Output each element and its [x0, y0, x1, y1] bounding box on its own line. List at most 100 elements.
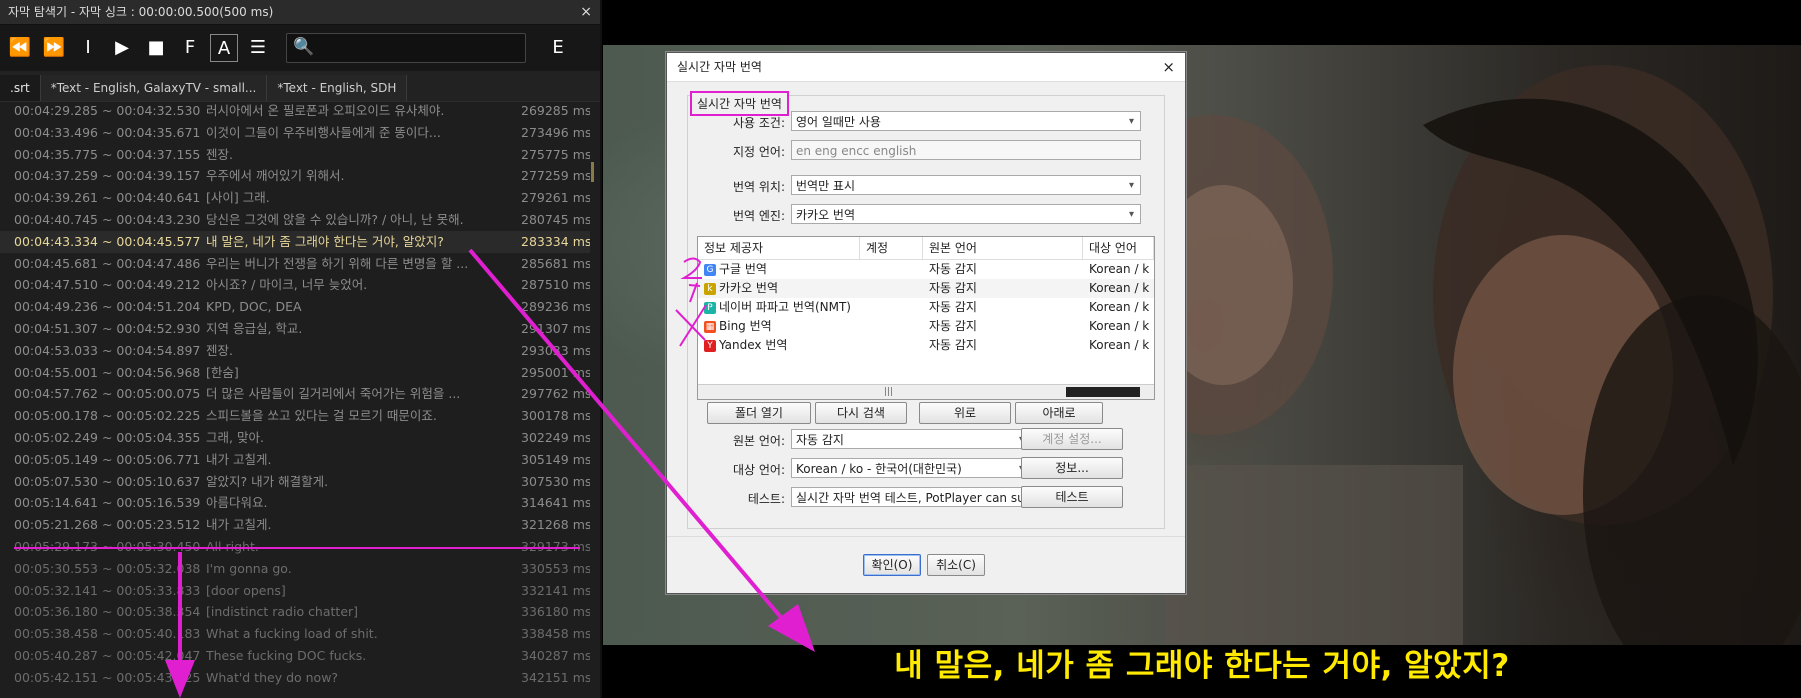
subtitle-row[interactable]: 00:04:39.261 ~ 00:04:40.641 [사이] 그래. 27926…: [0, 187, 590, 209]
subtitle-row[interactable]: 00:04:37.259 ~ 00:04:39.157 우주에서 깨어있기 위해서…: [0, 165, 590, 187]
e-button[interactable]: E: [544, 34, 572, 62]
header-account[interactable]: 계정: [860, 237, 923, 259]
test-button[interactable]: 테스트: [1021, 486, 1123, 508]
condition-select[interactable]: 영어 일때만 사용: [791, 111, 1141, 131]
subtitle-ms: 302249 ms: [521, 429, 590, 445]
provider-row[interactable]: Y Yandex 번역 자동 감지 Korean / k: [698, 336, 1154, 355]
text-cursor-icon[interactable]: I: [74, 34, 102, 62]
stop-icon[interactable]: ■: [142, 34, 170, 62]
kakao-icon: k: [704, 282, 716, 295]
provider-row[interactable]: G 구글 번역 자동 감지 Korean / k: [698, 260, 1154, 279]
provider-target-lang: Korean / k: [1089, 338, 1150, 352]
subtitle-ms: 269285 ms: [521, 103, 590, 118]
provider-target-lang: Korean / k: [1089, 300, 1150, 314]
subtitle-row[interactable]: 00:04:33.496 ~ 00:04:35.671 이것이 그들이 우주비행사…: [0, 122, 590, 144]
horizontal-scrollbar[interactable]: |||: [698, 384, 1154, 399]
subtitle-row[interactable]: 00:05:02.249 ~ 00:05:04.355 그래, 맞아. 302249…: [0, 427, 590, 449]
tab-english-sdh[interactable]: *Text - English, SDH: [267, 75, 408, 101]
subtitle-row[interactable]: 00:04:35.775 ~ 00:04:37.155 젠장. 275775 ms: [0, 144, 590, 166]
provider-account: [860, 298, 923, 317]
provider-row[interactable]: P 네이버 파파고 번역(NMT) 자동 감지 Korean / k: [698, 298, 1154, 317]
provider-list[interactable]: 정보 제공자 계정 원본 언어 대상 언어 G 구글 번역 자동 감지 Korean …: [697, 236, 1155, 400]
subtitle-text: 우주에서 깨어있기 위해서.: [206, 168, 345, 184]
subtitle-time: 00:05:14.641 ~ 00:05:16.539: [14, 495, 201, 511]
subtitle-ms: 307530 ms: [521, 473, 590, 489]
subtitle-ms: 285681 ms: [521, 255, 590, 271]
subtitle-time: 00:05:02.249 ~ 00:05:04.355: [14, 429, 201, 445]
subtitle-text: 아시죠? / 마이크, 너무 늦었어.: [206, 277, 368, 293]
provider-name: 카카오 번역: [719, 281, 779, 295]
subtitle-text: 내가 고칠게.: [206, 517, 272, 533]
fast-forward-icon[interactable]: ⏩: [40, 34, 68, 62]
provider-list-header: 정보 제공자 계정 원본 언어 대상 언어: [698, 237, 1154, 260]
lang-field[interactable]: en eng encc english: [791, 140, 1141, 160]
rewind-icon[interactable]: ⏪: [6, 34, 34, 62]
scrollbar-thumb[interactable]: [591, 162, 594, 182]
provider-target-lang: Korean / k: [1089, 281, 1150, 295]
subtitle-ms: 330553 ms: [521, 560, 590, 576]
subtitle-row[interactable]: 00:04:55.001 ~ 00:04:56.968 [한숨] 295001 ms: [0, 362, 590, 384]
subtitle-row[interactable]: 00:05:05.149 ~ 00:05:06.771 내가 고칠게. 305149…: [0, 449, 590, 471]
subtitle-row[interactable]: 00:05:38.458 ~ 00:05:40.183 What a fuckin…: [0, 623, 590, 645]
cancel-button[interactable]: 취소(C): [927, 554, 985, 576]
subtitle-row[interactable]: 00:04:57.762 ~ 00:05:00.075 더 많은 사람들이 길거리…: [0, 383, 590, 405]
subtitle-row[interactable]: 00:05:29.173 ~ 00:05:30.450 All right. 329…: [0, 536, 590, 558]
search-input[interactable]: 🔍: [286, 33, 526, 63]
subtitle-text: 아름다워요.: [206, 495, 268, 511]
close-icon[interactable]: ×: [580, 0, 592, 24]
header-provider[interactable]: 정보 제공자: [698, 237, 860, 259]
dialog-close-icon[interactable]: ×: [1162, 53, 1175, 81]
subtitle-time: 00:05:07.530 ~ 00:05:10.637: [14, 473, 201, 489]
header-target-lang[interactable]: 대상 언어: [1083, 237, 1154, 259]
subtitle-text: 더 많은 사람들이 길거리에서 죽어가는 위험을 ...: [206, 386, 461, 402]
position-select[interactable]: 번역만 표시: [791, 175, 1141, 195]
re-search-button[interactable]: 다시 검색: [815, 402, 907, 424]
subtitle-row[interactable]: 00:04:51.307 ~ 00:04:52.930 지역 응급실, 학교. 29…: [0, 318, 590, 340]
target-lang-select[interactable]: Korean / ko - 한국어(대한민국): [791, 458, 1031, 478]
provider-row[interactable]: ▦ Bing 번역 자동 감지 Korean / k: [698, 317, 1154, 336]
source-lang-select[interactable]: 자동 감지: [791, 429, 1031, 449]
tab-srt[interactable]: .srt: [0, 75, 41, 101]
subtitle-ms: 287510 ms: [521, 277, 590, 293]
subtitle-row[interactable]: 00:04:49.236 ~ 00:04:51.204 KPD, DOC, DEA…: [0, 296, 590, 318]
play-icon[interactable]: ▶: [108, 34, 136, 62]
font-a-icon[interactable]: A: [210, 34, 238, 62]
subtitle-ms: 277259 ms: [521, 168, 590, 184]
subtitle-row[interactable]: 00:05:40.287 ~ 00:05:42.047 These fucking…: [0, 645, 590, 667]
subtitle-row[interactable]: 00:04:45.681 ~ 00:04:47.486 우리는 버니가 전쟁을 하…: [0, 253, 590, 275]
subtitle-row[interactable]: 00:04:43.334 ~ 00:04:45.577 내 말은, 네가 좀 그래…: [0, 230, 590, 253]
engine-select[interactable]: 카카오 번역: [791, 204, 1141, 224]
subtitle-row[interactable]: 00:05:07.530 ~ 00:05:10.637 알았지? 내가 해결할게.…: [0, 471, 590, 493]
tab-english-galaxytv[interactable]: *Text - English, GalaxyTV - small...: [40, 75, 268, 101]
subtitle-row[interactable]: 00:05:14.641 ~ 00:05:16.539 아름다워요. 314641 …: [0, 492, 590, 514]
move-up-button[interactable]: 위로: [919, 402, 1011, 424]
subtitle-time: 00:05:05.149 ~ 00:05:06.771: [14, 451, 201, 467]
test-input[interactable]: 실시간 자막 번역 테스트, PotPlayer can supp: [791, 487, 1031, 507]
subtitle-row[interactable]: 00:05:42.151 ~ 00:05:43.325 What'd they d…: [0, 667, 590, 689]
move-down-button[interactable]: 아래로: [1015, 402, 1103, 424]
subtitle-row[interactable]: 00:05:21.268 ~ 00:05:23.512 내가 고칠게. 321268…: [0, 514, 590, 536]
header-source-lang[interactable]: 원본 언어: [923, 237, 1083, 259]
provider-row[interactable]: k 카카오 번역 자동 감지 Korean / k: [698, 279, 1154, 298]
font-f-icon[interactable]: F: [176, 34, 204, 62]
scrollbar-thumb[interactable]: [1066, 387, 1140, 397]
subtitle-time: 00:05:29.173 ~ 00:05:30.450: [14, 538, 201, 554]
subtitle-row[interactable]: 00:04:29.285 ~ 00:04:32.530 러시아에서 온 필로폰과 …: [0, 100, 590, 122]
ok-button[interactable]: 확인(O): [863, 554, 921, 576]
subtitle-time: 00:05:40.287 ~ 00:05:42.047: [14, 647, 201, 663]
open-folder-button[interactable]: 폴더 열기: [707, 402, 811, 424]
subtitle-text: 러시아에서 온 필로폰과 오피오이드 유사체야.: [206, 103, 445, 118]
subtitle-row[interactable]: 00:04:53.033 ~ 00:04:54.897 젠장. 293033 ms: [0, 340, 590, 362]
subtitle-row[interactable]: 00:05:36.180 ~ 00:05:38.354 [indistinct r…: [0, 601, 590, 623]
subtitle-row[interactable]: 00:04:47.510 ~ 00:04:49.212 아시죠? / 마이크, 너…: [0, 274, 590, 296]
subtitle-time: 00:04:51.307 ~ 00:04:52.930: [14, 320, 201, 336]
subtitle-row[interactable]: 00:05:00.178 ~ 00:05:02.225 스피드볼을 쏘고 있다는 …: [0, 405, 590, 427]
subtitle-row[interactable]: 00:05:32.141 ~ 00:05:33.833 [door opens] 3…: [0, 580, 590, 602]
provider-target-lang: Korean / k: [1089, 262, 1150, 276]
account-settings-button[interactable]: 계정 설정...: [1021, 428, 1123, 450]
condition-row: 사용 조건: 영어 일때만 사용: [687, 111, 1147, 133]
menu-icon[interactable]: ☰: [244, 34, 272, 62]
subtitle-row[interactable]: 00:04:40.745 ~ 00:04:43.230 당신은 그것에 앉을 수 …: [0, 209, 590, 231]
subtitle-row[interactable]: 00:05:30.553 ~ 00:05:32.038 I'm gonna go.…: [0, 558, 590, 580]
info-button[interactable]: 정보...: [1021, 457, 1123, 479]
